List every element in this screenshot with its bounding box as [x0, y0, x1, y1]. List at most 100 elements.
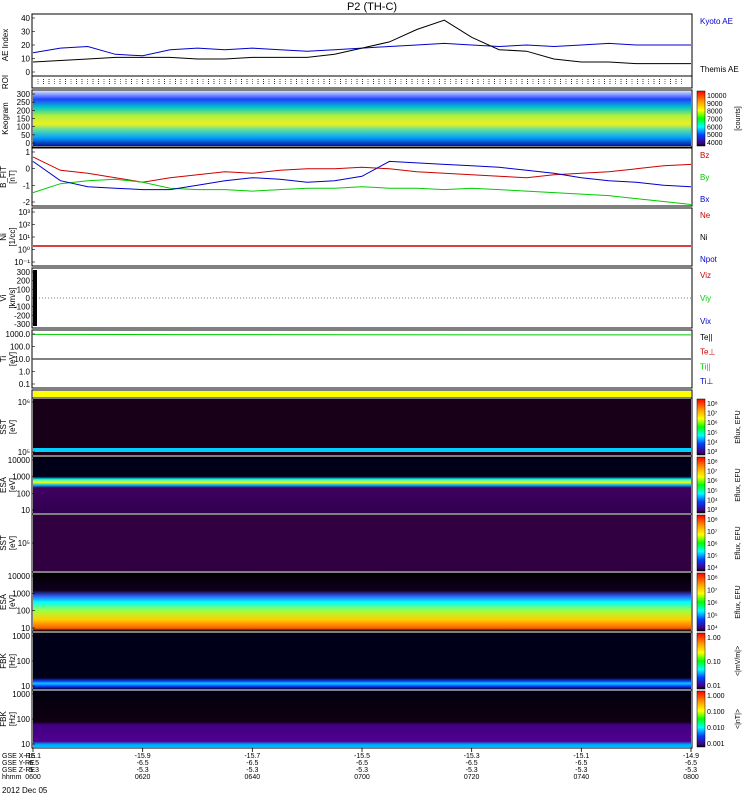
time-label-z: -5.3 [575, 767, 587, 774]
fbk_e-colorbar-tick: 0.01 [707, 683, 721, 690]
esa_e-tick-label: 1000 [12, 473, 30, 482]
sst_e-colorbar-tick: 10³ [707, 449, 718, 456]
esa_i-colorbar-label: Eflux, EFU [735, 585, 742, 618]
sst_i-colorbar-tick: 10⁷ [707, 529, 718, 536]
fbk_b-colorbar-tick: 1.000 [707, 693, 725, 700]
fbk_b-colorbar-tick: 0.010 [707, 725, 725, 732]
time-label-x: -15.9 [135, 753, 151, 760]
temperature-series-0 [32, 333, 691, 336]
esa_e-colorbar-tick: 10⁴ [707, 497, 718, 504]
ae-legend-1: Themis AE [700, 65, 739, 74]
time-label-x: -15.7 [244, 753, 260, 760]
bfield-tick-label: 1 [26, 148, 31, 157]
esa_e-colorbar-tick: 10⁷ [707, 469, 718, 476]
temperature-legend-0: Te|| [700, 333, 713, 342]
ae-legend-0: Kyoto AE [700, 17, 733, 26]
density-tick-label: 10² [18, 221, 30, 230]
time-label-x: -15.1 [573, 753, 589, 760]
esa-e-spectrogram [33, 457, 691, 513]
ae-series-0 [32, 42, 691, 57]
sst_i-ylabel: SST [0, 535, 8, 551]
time-label-t: 0720 [464, 774, 480, 781]
temperature-tick-label: 1.0 [19, 368, 31, 377]
fbk-e-spectrogram [33, 633, 691, 689]
time-label-x: -14.9 [683, 753, 699, 760]
sst_e-colorbar-tick: 10⁴ [707, 439, 718, 446]
esa_e-tick-label: 100 [17, 489, 31, 498]
sst-e-band [33, 448, 691, 452]
density-tick-label: 10¹ [18, 233, 30, 242]
time-label-x: -15.3 [464, 753, 480, 760]
time-label-t: 0740 [574, 774, 590, 781]
ae-tick-label: 10 [21, 55, 30, 64]
ae-ylabel: AE Index [1, 29, 10, 61]
ae-series-1 [32, 19, 691, 65]
fbk_e-tick-label: 1000 [12, 632, 30, 641]
sst_i-ylabel: [eV] [8, 536, 17, 550]
bfield-legend-0: Bz [700, 151, 709, 160]
keogram-colorbar-tick: 8000 [707, 109, 723, 116]
keogram-colorbar [696, 90, 706, 147]
ae-tick-label: 20 [21, 41, 30, 50]
temperature-tick-label: 1000.0 [6, 330, 31, 339]
keogram-colorbar-tick: 5000 [707, 132, 723, 139]
fbk_e-colorbar-tick: 1.00 [707, 635, 721, 642]
time-label-y: -6.5 [137, 760, 149, 767]
esa-e-colorbar [696, 456, 706, 514]
time-label-y: -6.5 [246, 760, 258, 767]
sst_i-colorbar-tick: 10⁸ [707, 517, 718, 524]
time-label-y: -6.5 [356, 760, 368, 767]
time-label-t: 0600 [25, 774, 41, 781]
ephemeris-label: hhmm [2, 774, 22, 781]
temperature-legend-3: Ti⊥ [700, 377, 713, 386]
ae-lines [32, 19, 691, 65]
time-label-z: -5.3 [137, 767, 149, 774]
density-ylabel: Ni [0, 233, 8, 241]
ephemeris-label: GSE X-RE [2, 753, 36, 760]
sst_e-colorbar-tick: 10⁸ [707, 401, 718, 408]
plot-canvas: P2 (TH-C) AE Index403020100Kyoto AEThemi… [0, 1, 742, 795]
density-legend-0: Ne [700, 211, 711, 220]
fbk_b-tick-label: 10 [21, 740, 30, 749]
sst-e-spectrogram [33, 399, 691, 455]
esa_e-colorbar-tick: 10³ [707, 507, 718, 514]
fbk-b-spectrogram [33, 691, 691, 747]
time-label-y: -6.5 [466, 760, 478, 767]
temperature-ylabel: Ti [0, 356, 8, 363]
esa_i-colorbar-tick: 10⁵ [707, 613, 718, 620]
velocity-tick-label: 200 [17, 277, 31, 286]
temperature-legend-1: Te⊥ [700, 348, 715, 357]
ae-tick-label: 40 [21, 14, 30, 23]
themis-summary-plot: P2 (TH-C) AE Index 40 30 20 10 0 Kyoto A… [0, 0, 750, 800]
keogram-colorbar-tick: 4000 [707, 140, 723, 147]
esa_i-ylabel: ESA [0, 593, 8, 610]
esa_e-colorbar-tick: 10⁸ [707, 459, 718, 466]
bfield-series-2 [32, 160, 692, 191]
keogram-tick-label: 0 [26, 139, 31, 148]
fbk_b-colorbar-tick: 0.001 [707, 741, 725, 748]
velocity-tick-label: -300 [14, 320, 31, 329]
keogram-colorbar-label: [counts] [735, 106, 742, 131]
esa_i-colorbar-tick: 10⁸ [707, 575, 718, 582]
time-label-t: 0620 [135, 774, 151, 781]
esa_e-tick-label: 10 [21, 506, 30, 515]
ae-tick-label: 30 [21, 28, 30, 37]
esa_e-ylabel: ESA [0, 476, 8, 493]
ephemeris-label: GSE Y-RE [2, 760, 35, 767]
esa_i-tick-label: 10000 [8, 572, 31, 581]
fbk_b-tick-label: 100 [17, 715, 31, 724]
esa-i-colorbar [696, 572, 706, 632]
sst-i-spectrogram [33, 515, 691, 571]
esa_i-tick-label: 1000 [12, 589, 30, 598]
keogram-image [33, 91, 691, 146]
velocity-legend-0: Viz [700, 271, 711, 280]
velocity-ylabel: Vi [0, 294, 8, 301]
time-label-t: 0800 [683, 774, 699, 781]
bfield-lines [32, 156, 692, 205]
ae-tick-label: 0 [26, 68, 31, 77]
sst-i-colorbar [696, 514, 706, 572]
sst_e-colorbar-tick: 10⁵ [707, 430, 718, 437]
keogram-colorbar-tick: 6000 [707, 124, 723, 131]
sst_i-tick-label: 10⁵ [18, 539, 30, 548]
temperature-legend-2: Ti|| [700, 362, 711, 371]
